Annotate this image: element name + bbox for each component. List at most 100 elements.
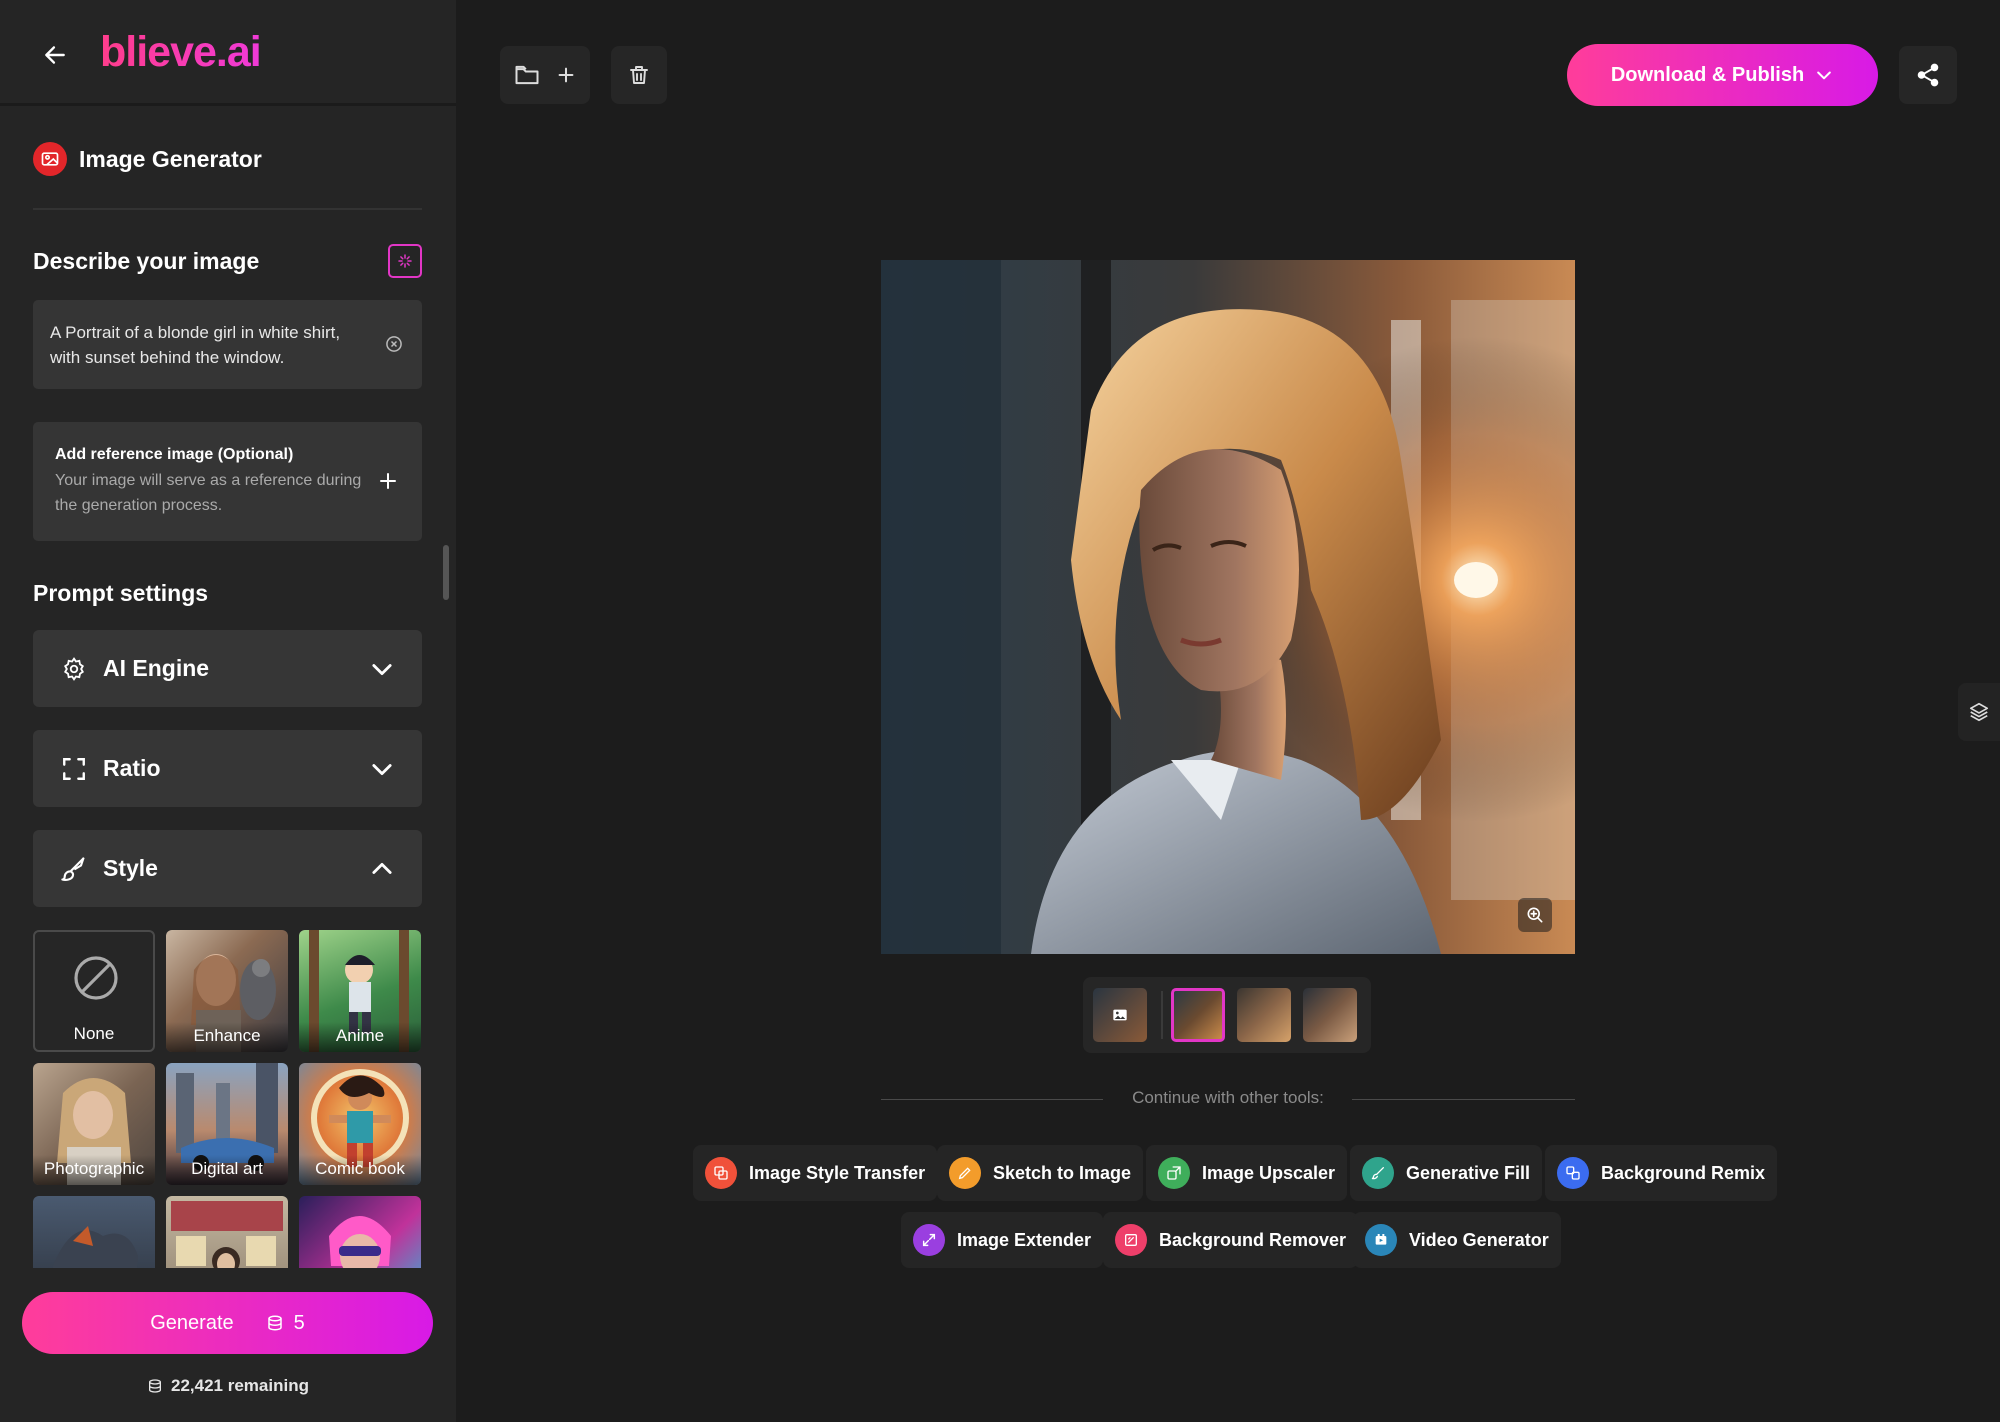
ai-engine-label: AI Engine — [103, 655, 210, 681]
pencil-icon — [949, 1157, 981, 1189]
chevron-down-icon — [372, 763, 392, 775]
generate-label: Generate — [150, 1311, 234, 1334]
tool-label: Image Upscaler — [1202, 1162, 1336, 1183]
tool-label: Sketch to Image — [993, 1162, 1132, 1183]
thumbnail-1[interactable] — [1093, 988, 1147, 1042]
thumbnail-strip — [1083, 977, 1371, 1053]
plus-icon — [380, 473, 396, 489]
style-option-none[interactable]: None — [33, 930, 155, 1052]
generated-image[interactable] — [881, 260, 1575, 954]
thumbnail-divider — [1161, 991, 1163, 1039]
style-accordion[interactable]: Style — [33, 830, 422, 907]
image-generator-icon — [33, 142, 67, 176]
tool-sketch-to-image[interactable]: Sketch to Image — [937, 1145, 1144, 1201]
style-option-label: Enhance — [166, 1022, 288, 1052]
thumbnail-2-selected[interactable] — [1171, 988, 1225, 1042]
share-button[interactable] — [1899, 46, 1957, 104]
prompt-textarea[interactable]: A Portrait of a blonde girl in white shi… — [33, 300, 422, 389]
style-option-digital-art[interactable]: Digital art — [166, 1063, 288, 1185]
credits-remaining-text: 22,421 remaining — [171, 1376, 309, 1395]
layers-button[interactable] — [1958, 683, 2000, 741]
portrait-image — [881, 260, 1575, 954]
tool-label: Background Remover — [1159, 1229, 1347, 1250]
style-transfer-icon — [705, 1157, 737, 1189]
eraser-icon — [1115, 1224, 1147, 1256]
tool-title: Image Generator — [33, 142, 262, 176]
expand-icon — [913, 1224, 945, 1256]
credits-icon — [267, 1315, 282, 1331]
chevron-up-icon — [372, 862, 392, 874]
layers-icon — [1969, 702, 1989, 722]
reference-image-icon — [1113, 1009, 1127, 1021]
style-option-label: Anime — [299, 1022, 421, 1052]
style-option-comic-book[interactable]: Comic book — [299, 1063, 421, 1185]
style-thumbnail-image — [53, 1226, 138, 1270]
tool-label: Image Style Transfer — [749, 1162, 926, 1183]
tool-image-upscaler[interactable]: Image Upscaler — [1146, 1145, 1348, 1201]
describe-heading: Describe your image — [33, 248, 260, 274]
plus-icon[interactable] — [555, 64, 577, 86]
clear-icon[interactable] — [384, 334, 404, 354]
thumbnail-4[interactable] — [1303, 988, 1357, 1042]
tool-video-generator[interactable]: Video Generator — [1353, 1212, 1561, 1268]
ai-engine-accordion[interactable]: AI Engine — [33, 630, 422, 707]
tool-image-extender[interactable]: Image Extender — [901, 1212, 1104, 1268]
reference-title: Add reference image (Optional) — [55, 446, 294, 463]
zoom-in-icon — [1527, 907, 1543, 923]
gear-icon — [59, 654, 89, 684]
continue-with-tools: Continue with other tools: — [881, 1088, 1575, 1112]
style-option-enhance[interactable]: Enhance — [166, 930, 288, 1052]
style-option-anime[interactable]: Anime — [299, 930, 421, 1052]
generate-cost: 5 — [293, 1311, 305, 1334]
chevron-down-icon — [372, 663, 392, 675]
tool-title-label: Image Generator — [79, 145, 262, 172]
style-option-photographic[interactable]: Photographic — [33, 1063, 155, 1185]
sidebar-header: blieve.ai — [0, 0, 456, 106]
add-reference-image[interactable]: Add reference image (Optional) Your imag… — [33, 422, 422, 541]
generate-button[interactable]: Generate 5 — [22, 1292, 433, 1354]
style-option-label: Comic book — [299, 1155, 421, 1185]
folder-icon[interactable] — [513, 61, 541, 89]
brand-logo[interactable]: blieve.ai — [100, 28, 262, 77]
ratio-accordion[interactable]: Ratio — [33, 730, 422, 807]
sidebar: blieve.ai Image Generator Describe your … — [0, 0, 456, 1422]
delete-button[interactable] — [611, 46, 667, 104]
style-option-label: Photographic — [33, 1155, 155, 1185]
download-publish-button[interactable]: Download & Publish — [1567, 44, 1878, 106]
remix-icon — [1557, 1157, 1589, 1189]
video-icon — [1365, 1224, 1397, 1256]
tool-label: Background Remix — [1601, 1162, 1766, 1183]
magic-prompt-button[interactable] — [388, 244, 422, 278]
style-option-vintage[interactable] — [166, 1196, 288, 1270]
tool-background-remover[interactable]: Background Remover — [1103, 1212, 1359, 1268]
brush-icon — [59, 854, 89, 884]
prompt-text: A Portrait of a blonde girl in white shi… — [50, 323, 341, 367]
project-actions — [500, 46, 590, 104]
thumbnail-3[interactable] — [1237, 988, 1291, 1042]
style-option-fantasy[interactable] — [33, 1196, 155, 1270]
aspect-ratio-icon — [59, 754, 89, 784]
tool-background-remix[interactable]: Background Remix — [1545, 1145, 1778, 1201]
chevron-down-icon — [1817, 71, 1832, 80]
style-option-cyberpunk[interactable] — [299, 1196, 421, 1270]
divider-line — [1352, 1099, 1575, 1100]
reference-description: Your image will serve as a reference dur… — [55, 472, 362, 514]
zoom-in-button[interactable] — [1518, 898, 1552, 932]
tool-label: Video Generator — [1409, 1229, 1549, 1250]
tool-label: Generative Fill — [1406, 1162, 1531, 1183]
none-icon — [74, 956, 118, 1000]
style-option-label: Digital art — [166, 1155, 288, 1185]
app-root: blieve.ai Image Generator Describe your … — [0, 0, 2000, 1422]
sidebar-scrollbar[interactable] — [443, 545, 449, 600]
style-thumbnail-image — [329, 1216, 391, 1270]
continue-label: Continue with other tools: — [1132, 1088, 1324, 1107]
tool-image-style-transfer[interactable]: Image Style Transfer — [693, 1145, 938, 1201]
ratio-label: Ratio — [103, 755, 161, 781]
share-icon — [1917, 63, 1939, 87]
tool-generative-fill[interactable]: Generative Fill — [1350, 1145, 1543, 1201]
back-button[interactable] — [38, 38, 72, 72]
download-publish-label: Download & Publish — [1610, 63, 1805, 86]
credits-remaining: 22,421 remaining — [0, 1376, 456, 1396]
sparkle-icon — [398, 254, 412, 268]
tool-label: Image Extender — [957, 1229, 1092, 1250]
